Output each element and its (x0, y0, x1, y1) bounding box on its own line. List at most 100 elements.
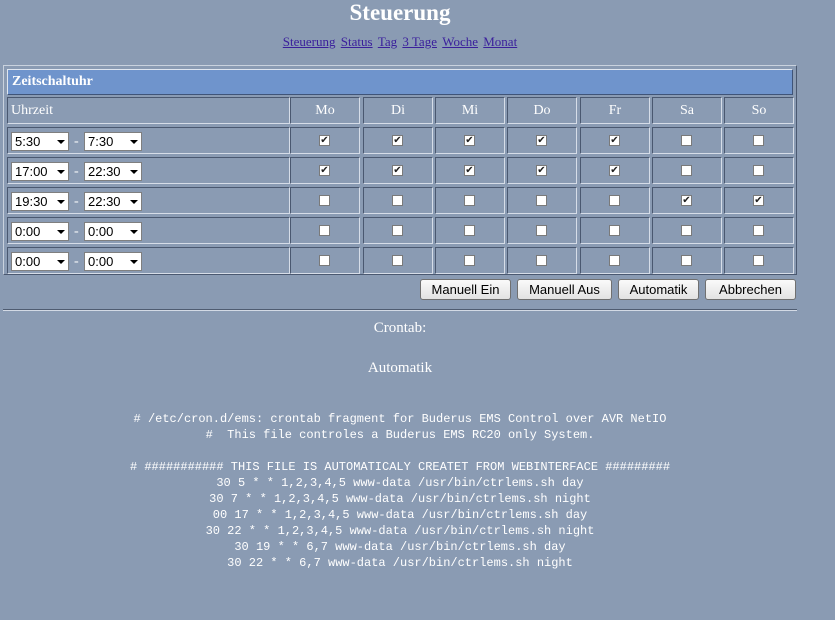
day-cell-fr (580, 217, 650, 244)
day-header-do: Do (507, 97, 577, 124)
end-time-select[interactable]: 22:30 (84, 162, 142, 181)
day-checkbox-mo[interactable] (319, 255, 330, 266)
day-checkbox-do[interactable]: ✔ (536, 165, 547, 176)
crontab-line: 30 5 * * 1,2,3,4,5 www-data /usr/bin/ctr… (216, 476, 584, 490)
day-checkbox-mo[interactable] (319, 195, 330, 206)
day-checkbox-fr[interactable] (609, 195, 620, 206)
nav-bar: Steuerung Status Tag 3 Tage Woche Monat (0, 34, 800, 50)
manual-on-button[interactable]: Manuell Ein (420, 279, 511, 300)
start-time-select[interactable]: 19:30 (11, 192, 69, 211)
end-time-value: 0:00 (88, 224, 114, 239)
dropdown-arrow-icon (130, 230, 138, 234)
end-time-select[interactable]: 7:30 (84, 132, 142, 151)
crontab-line: 30 22 * * 1,2,3,4,5 www-data /usr/bin/ct… (205, 524, 595, 538)
nav-link-steuerung[interactable]: Steuerung (283, 34, 336, 49)
day-checkbox-di[interactable]: ✔ (392, 165, 403, 176)
start-time-value: 0:00 (15, 254, 41, 269)
start-time-select[interactable]: 17:00 (11, 162, 69, 181)
nav-link-status[interactable]: Status (341, 34, 373, 49)
day-cell-sa (652, 127, 722, 154)
dropdown-arrow-icon (57, 140, 65, 144)
day-checkbox-mi[interactable] (464, 255, 475, 266)
mode-label: Automatik (367, 360, 433, 376)
start-time-value: 0:00 (15, 224, 41, 239)
day-cell-mi: ✔ (435, 127, 505, 154)
start-time-value: 19:30 (15, 194, 48, 209)
day-cell-mo (290, 217, 360, 244)
start-time-value: 5:30 (15, 134, 41, 149)
day-checkbox-fr[interactable]: ✔ (609, 135, 620, 146)
cancel-button[interactable]: Abbrechen (705, 279, 796, 300)
day-checkbox-sa[interactable]: ✔ (681, 195, 692, 206)
day-checkbox-so[interactable] (753, 255, 764, 266)
end-time-select[interactable]: 22:30 (84, 192, 142, 211)
dropdown-arrow-icon (57, 200, 65, 204)
start-time-select[interactable]: 5:30 (11, 132, 69, 151)
automatic-button[interactable]: Automatik (618, 279, 699, 300)
day-checkbox-mi[interactable]: ✔ (464, 165, 475, 176)
nav-link-woche[interactable]: Woche (442, 34, 478, 49)
nav-link-3-tage[interactable]: 3 Tage (402, 34, 437, 49)
day-cell-so (724, 127, 794, 154)
day-checkbox-mi[interactable] (464, 225, 475, 236)
day-cell-do (507, 187, 577, 214)
day-checkbox-do[interactable] (536, 195, 547, 206)
checkmark-icon: ✔ (320, 165, 329, 176)
day-checkbox-sa[interactable] (681, 165, 692, 176)
day-cell-so: ✔ (724, 187, 794, 214)
day-cell-mi (435, 187, 505, 214)
day-checkbox-do[interactable]: ✔ (536, 135, 547, 146)
day-checkbox-di[interactable] (392, 225, 403, 236)
day-checkbox-mo[interactable] (319, 225, 330, 236)
end-time-value: 0:00 (88, 254, 114, 269)
day-checkbox-do[interactable] (536, 225, 547, 236)
day-checkbox-so[interactable]: ✔ (753, 195, 764, 206)
start-time-value: 17:00 (15, 164, 48, 179)
day-checkbox-mo[interactable]: ✔ (319, 165, 330, 176)
day-checkbox-so[interactable] (753, 135, 764, 146)
day-checkbox-di[interactable]: ✔ (392, 135, 403, 146)
crontab-line: 30 7 * * 1,2,3,4,5 www-data /usr/bin/ctr… (209, 492, 591, 506)
day-checkbox-fr[interactable] (609, 225, 620, 236)
day-cell-mo (290, 247, 360, 274)
time-column-header: Uhrzeit (7, 97, 290, 124)
day-checkbox-di[interactable] (392, 255, 403, 266)
crontab-content: # /etc/cron.d/ems: crontab fragment for … (0, 411, 800, 571)
day-cell-mo (290, 187, 360, 214)
checkmark-icon: ✔ (465, 165, 474, 176)
day-checkbox-fr[interactable]: ✔ (609, 165, 620, 176)
dropdown-arrow-icon (130, 170, 138, 174)
day-checkbox-so[interactable] (753, 225, 764, 236)
day-checkbox-mo[interactable]: ✔ (319, 135, 330, 146)
end-time-value: 22:30 (88, 194, 121, 209)
dropdown-arrow-icon (130, 140, 138, 144)
day-cell-mo: ✔ (290, 157, 360, 184)
day-cell-so (724, 247, 794, 274)
crontab-line: # This file controles a Buderus EMS RC20… (205, 428, 595, 442)
end-time-select[interactable]: 0:00 (84, 222, 142, 241)
checkmark-icon: ✔ (537, 135, 546, 146)
time-range-cell: 17:00 -22:30 (7, 157, 290, 184)
start-time-select[interactable]: 0:00 (11, 252, 69, 271)
nav-link-monat[interactable]: Monat (483, 34, 517, 49)
start-time-select[interactable]: 0:00 (11, 222, 69, 241)
day-checkbox-do[interactable] (536, 255, 547, 266)
day-checkbox-sa[interactable] (681, 255, 692, 266)
nav-link-tag[interactable]: Tag (378, 34, 397, 49)
time-separator: - (74, 194, 79, 209)
day-cell-di (363, 247, 433, 274)
manual-off-button[interactable]: Manuell Aus (517, 279, 612, 300)
day-checkbox-sa[interactable] (681, 225, 692, 236)
day-cell-do: ✔ (507, 127, 577, 154)
day-checkbox-sa[interactable] (681, 135, 692, 146)
end-time-select[interactable]: 0:00 (84, 252, 142, 271)
day-checkbox-di[interactable] (392, 195, 403, 206)
day-checkbox-mi[interactable] (464, 195, 475, 206)
day-checkbox-fr[interactable] (609, 255, 620, 266)
time-range-cell: 5:30 -7:30 (7, 127, 290, 154)
day-cell-di (363, 187, 433, 214)
divider (3, 309, 797, 311)
day-cell-fr: ✔ (580, 157, 650, 184)
day-checkbox-so[interactable] (753, 165, 764, 176)
day-checkbox-mi[interactable]: ✔ (464, 135, 475, 146)
